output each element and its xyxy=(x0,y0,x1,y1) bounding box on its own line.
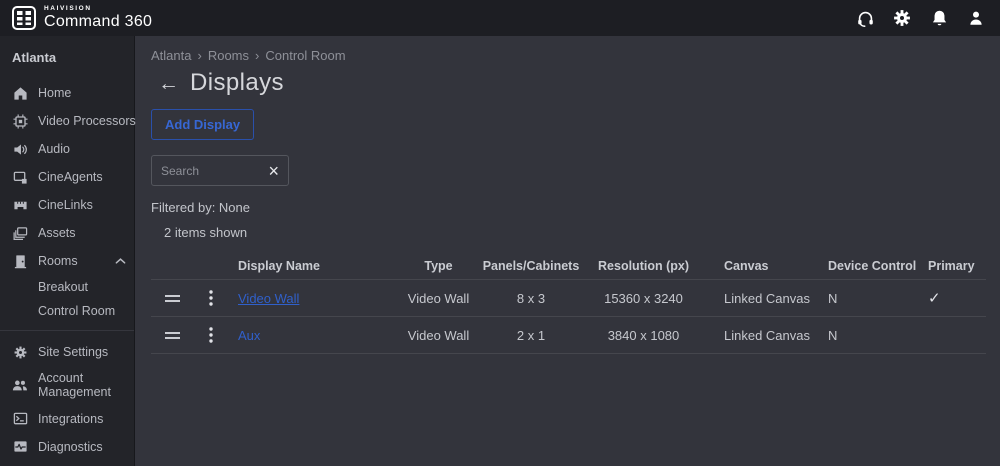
column-canvas: Canvas xyxy=(706,259,816,273)
kebab-icon xyxy=(209,327,213,343)
drag-handle-icon xyxy=(165,295,180,302)
display-name-link[interactable]: Video Wall xyxy=(238,291,299,306)
drag-handle[interactable] xyxy=(151,332,193,339)
sidebar-item-cineagents[interactable]: CineAgents xyxy=(0,163,134,191)
column-resolution: Resolution (px) xyxy=(581,259,706,273)
cell-panels: 2 x 1 xyxy=(481,328,581,343)
items-shown-label: 2 items shown xyxy=(164,225,985,240)
speaker-icon xyxy=(12,141,28,157)
site-name: Atlanta xyxy=(0,44,134,79)
door-icon xyxy=(12,253,28,269)
gear-icon[interactable] xyxy=(892,8,912,28)
pulse-icon xyxy=(12,439,28,455)
table-header-row: Display Name Type Panels/Cabinets Resolu… xyxy=(151,252,986,280)
table-row: Video Wall Video Wall 8 x 3 15360 x 3240… xyxy=(151,280,986,317)
ethernet-icon xyxy=(12,197,28,213)
row-menu-button[interactable] xyxy=(193,327,229,343)
breadcrumb-separator: › xyxy=(255,48,259,63)
table-row: Aux Video Wall 2 x 1 3840 x 1080 Linked … xyxy=(151,317,986,354)
sidebar-item-label: Control Room xyxy=(38,304,115,318)
sidebar-item-label: Site Settings xyxy=(38,345,108,359)
clear-search-icon[interactable]: × xyxy=(268,162,279,180)
window-icon xyxy=(12,169,28,185)
sidebar-item-label: Account Management xyxy=(38,371,116,400)
sidebar-item-label: Audio xyxy=(38,142,70,156)
sidebar: Atlanta Home Video Processors xyxy=(0,36,135,466)
add-display-button[interactable]: Add Display xyxy=(151,109,254,140)
sidebar-item-label: Breakout xyxy=(38,280,88,294)
brand-command360: Command 360 xyxy=(44,14,152,30)
app-logo: HAIVISION Command 360 xyxy=(12,6,152,31)
sidebar-item-site-settings[interactable]: Site Settings xyxy=(0,338,134,366)
breadcrumb-atlanta[interactable]: Atlanta xyxy=(151,48,191,63)
headset-icon[interactable] xyxy=(855,8,875,28)
cell-device-control: N xyxy=(816,328,918,343)
sidebar-divider xyxy=(0,330,134,331)
column-type: Type xyxy=(396,259,481,273)
cell-device-control: N xyxy=(816,291,918,306)
sidebar-item-label: Assets xyxy=(38,226,76,240)
search-box: × xyxy=(151,155,289,186)
cell-canvas: Linked Canvas xyxy=(706,291,816,306)
top-bar: HAIVISION Command 360 xyxy=(0,0,1000,36)
layers-icon xyxy=(12,225,28,241)
bell-icon[interactable] xyxy=(929,8,949,28)
cell-type: Video Wall xyxy=(396,291,481,306)
sidebar-item-label: Video Processors xyxy=(38,114,136,128)
breadcrumb-rooms[interactable]: Rooms xyxy=(208,48,249,63)
sidebar-item-cinelinks[interactable]: CineLinks xyxy=(0,191,134,219)
drag-handle[interactable] xyxy=(151,295,193,302)
chip-icon xyxy=(12,113,28,129)
cell-type: Video Wall xyxy=(396,328,481,343)
column-display-name: Display Name xyxy=(229,259,396,273)
kebab-icon xyxy=(209,290,213,306)
sidebar-item-integrations[interactable]: Integrations xyxy=(0,405,134,433)
haivision-logo-icon xyxy=(12,6,36,30)
cell-resolution: 15360 x 3240 xyxy=(581,291,706,306)
main-content: Atlanta › Rooms › Control Room ← Display… xyxy=(136,36,1000,466)
sidebar-item-assets[interactable]: Assets xyxy=(0,219,134,247)
column-primary: Primary xyxy=(918,259,986,273)
brand-haivision: HAIVISION xyxy=(44,6,152,13)
search-input[interactable] xyxy=(161,164,262,178)
cell-canvas: Linked Canvas xyxy=(706,328,816,343)
displays-table: Display Name Type Panels/Cabinets Resolu… xyxy=(151,252,986,354)
column-device-control: Device Control xyxy=(816,259,918,273)
primary-check-icon: ✓ xyxy=(918,289,986,307)
sidebar-item-diagnostics[interactable]: Diagnostics xyxy=(0,433,134,461)
cell-resolution: 3840 x 1080 xyxy=(581,328,706,343)
drag-handle-icon xyxy=(165,332,180,339)
breadcrumb-separator: › xyxy=(197,48,201,63)
home-icon xyxy=(12,85,28,101)
breadcrumb: Atlanta › Rooms › Control Room xyxy=(151,48,985,63)
sidebar-item-label: CineAgents xyxy=(38,170,103,184)
breadcrumb-control-room[interactable]: Control Room xyxy=(265,48,345,63)
sidebar-item-control-room[interactable]: Control Room xyxy=(0,299,134,323)
sidebar-item-label: CineLinks xyxy=(38,198,93,212)
people-icon xyxy=(12,377,28,393)
sidebar-item-video-processors[interactable]: Video Processors xyxy=(0,107,134,135)
sidebar-item-label: Integrations xyxy=(38,412,103,426)
sidebar-item-label: Diagnostics xyxy=(38,440,103,454)
sidebar-item-home[interactable]: Home xyxy=(0,79,134,107)
back-arrow-icon[interactable]: ← xyxy=(158,73,179,94)
sidebar-item-audio[interactable]: Audio xyxy=(0,135,134,163)
column-panels-cabinets: Panels/Cabinets xyxy=(481,259,581,273)
sidebar-item-label: Rooms xyxy=(38,254,78,268)
gear-icon xyxy=(12,344,28,360)
sidebar-item-rooms[interactable]: Rooms xyxy=(0,247,134,275)
page-title: Displays xyxy=(190,69,284,97)
chevron-up-icon[interactable] xyxy=(115,257,126,265)
row-menu-button[interactable] xyxy=(193,290,229,306)
filtered-by-label: Filtered by: None xyxy=(151,200,985,215)
sidebar-item-label: Home xyxy=(38,86,71,100)
sidebar-item-account-management[interactable]: Account Management xyxy=(0,366,134,405)
terminal-icon xyxy=(12,411,28,427)
sidebar-item-breakout[interactable]: Breakout xyxy=(0,275,134,299)
display-name-link[interactable]: Aux xyxy=(238,328,260,343)
cell-panels: 8 x 3 xyxy=(481,291,581,306)
user-icon[interactable] xyxy=(966,8,986,28)
